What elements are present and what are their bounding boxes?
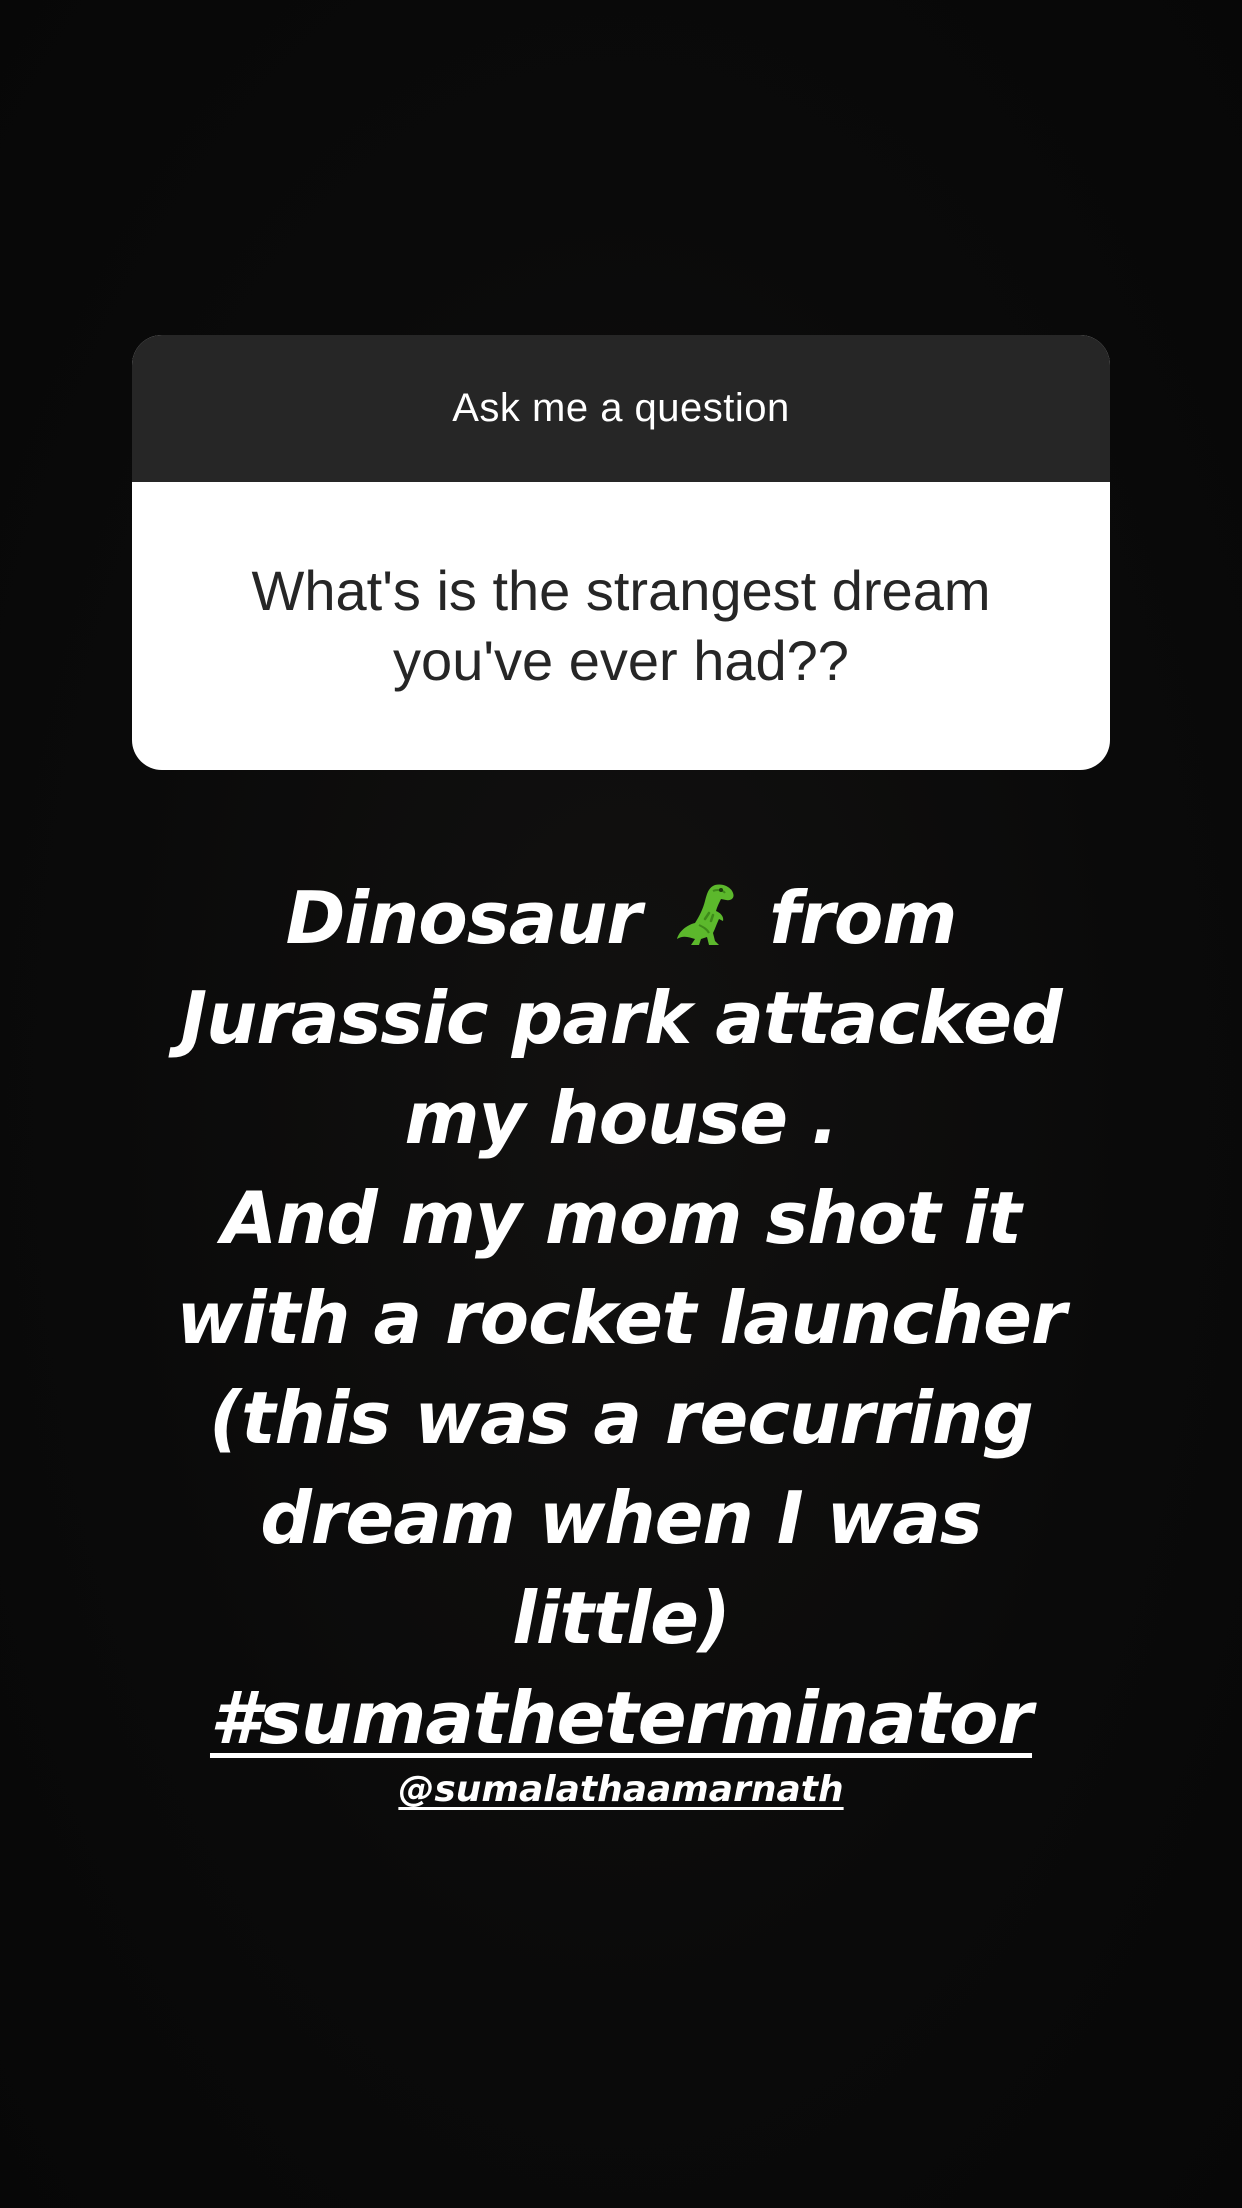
answer-line-8: little) [512, 1576, 731, 1660]
answer-line-4: And my mom shot it [221, 1176, 1021, 1260]
answer-line-5: with a rocket launcher [176, 1276, 1067, 1360]
question-sticker-header: Ask me a question [132, 335, 1110, 482]
answer-word-from: from [769, 876, 957, 960]
answer-text: Dinosaur from Jurassic park attacked my … [120, 868, 1122, 1768]
t-rex-icon [669, 876, 741, 948]
answer-word-dinosaur: Dinosaur [285, 876, 642, 960]
question-sticker[interactable]: Ask me a question What's is the stranges… [132, 335, 1110, 770]
hashtag-link[interactable]: #sumatheterminator [210, 1668, 1033, 1768]
mention-container: @sumalathaamarnath [120, 1768, 1122, 1812]
answer-line-3: my house . [404, 1076, 838, 1160]
question-text: What's is the strangest dream you've eve… [251, 559, 991, 692]
answer-line-7: dream when I was [260, 1476, 982, 1560]
answer-line-6: (this was a recurring [209, 1376, 1034, 1460]
answer-line-2: Jurassic park attacked [180, 976, 1062, 1060]
story-background: Ask me a question What's is the stranges… [0, 0, 1242, 2208]
mention-link[interactable]: @sumalathaamarnath [398, 1769, 843, 1810]
answer-line-hashtag: #sumatheterminator [120, 1668, 1122, 1768]
answer-line-1: Dinosaur from [120, 868, 1122, 968]
